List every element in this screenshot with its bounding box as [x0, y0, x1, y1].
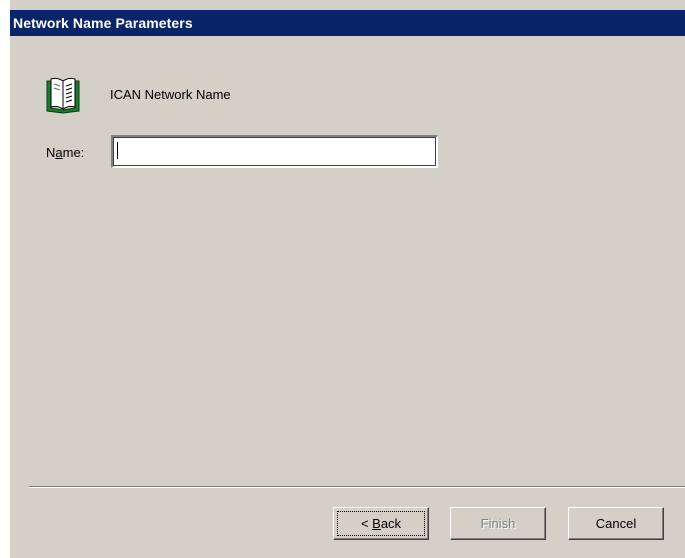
cancel-button[interactable]: Cancel [568, 507, 664, 540]
open-book-icon [46, 77, 80, 114]
button-divider [29, 486, 685, 488]
window-title: Network Name Parameters [10, 10, 685, 36]
name-label-accel: a [55, 145, 63, 160]
network-name-heading: ICAN Network Name [110, 87, 231, 102]
name-label: Name: [46, 145, 84, 160]
back-button[interactable]: < Back [333, 507, 429, 540]
wizard-window: Network Name Parameters ICAN Network Nam… [10, 0, 685, 558]
back-label-accel: B [372, 516, 381, 531]
name-label-prefix: N [46, 145, 56, 160]
finish-button[interactable]: Finish [450, 507, 546, 540]
name-input[interactable] [111, 135, 438, 168]
back-label-prefix: < [360, 516, 373, 531]
back-label-suffix: ack [380, 516, 402, 531]
text-caret [117, 142, 118, 159]
name-label-suffix: me: [62, 145, 85, 160]
